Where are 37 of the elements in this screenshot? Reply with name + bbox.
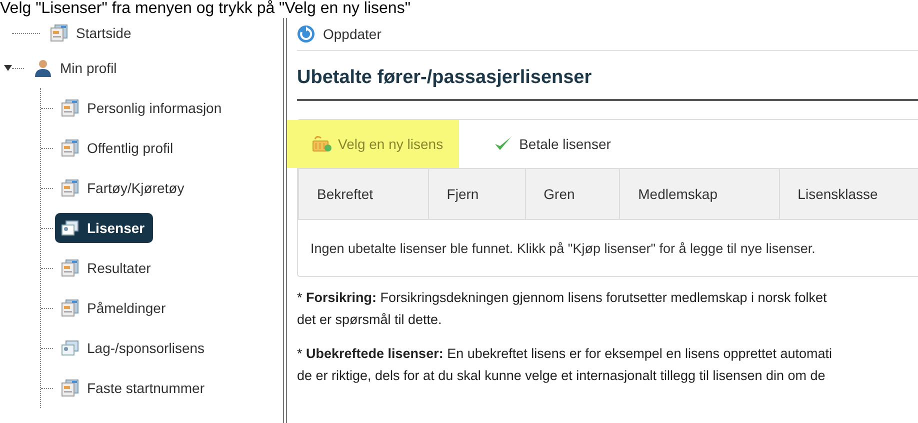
sidebar-item[interactable]: Offentlig profil — [55, 133, 182, 163]
document-icon — [61, 259, 79, 277]
sidebar-item[interactable]: Startside — [44, 18, 140, 48]
document-icon — [61, 299, 79, 317]
note-text: det er spørsmål til dette. — [297, 311, 443, 329]
sidebar-item[interactable]: Min profil — [28, 53, 125, 83]
document-icon — [50, 24, 68, 42]
cards-icon — [61, 339, 79, 357]
document-icon — [61, 179, 79, 197]
sidebar-item[interactable]: Lag-/sponsorlisens — [55, 333, 213, 363]
section-heading: Ubetalte fører-/passasjerlisenser — [297, 67, 918, 101]
sidebar-item[interactable]: Fartøy/Kjøretøy — [55, 173, 192, 203]
basket-icon — [312, 135, 332, 153]
sidebar-item[interactable]: Påmeldinger — [55, 293, 174, 323]
document-icon — [61, 379, 79, 397]
expanded-arrow-icon[interactable] — [4, 64, 12, 72]
note-text: *Forsikring: Forsikringsdekningen gjennom lisens forutsetter medlemskap i norsk folket — [297, 289, 828, 307]
note-text: *Ubekreftede lisenser: En ubekreftet lisens er for eksempel en lisens opprettet automati — [297, 345, 834, 363]
empty-message: Ingen ubetalte lisenser ble funnet. Klikk på "Kjøp lisenser" for å legge til nye lisenser. — [298, 220, 918, 276]
caption-text: Velg "Lisenser" fra menyen og trykk på "Velg en ny lisens" — [0, 0, 412, 18]
cards-icon — [61, 219, 79, 237]
column-header: Fjern — [428, 168, 526, 220]
sidebar-item[interactable]: Personlig informasjon — [55, 93, 230, 123]
action-button[interactable]: Betale lisenser — [479, 120, 627, 168]
sidebar-item[interactable]: Lisenser — [55, 213, 153, 243]
refresh-button[interactable]: Oppdater — [297, 25, 382, 43]
sidebar-item[interactable]: Faste startnummer — [55, 373, 212, 403]
column-header: Bekreftet — [298, 168, 428, 220]
sidebar-item[interactable]: Resultater — [55, 253, 159, 283]
column-header: Gren — [525, 168, 620, 220]
refresh-icon — [297, 25, 315, 43]
document-icon — [61, 99, 79, 117]
person-icon — [34, 59, 52, 77]
note-text: de er riktige, dels for at du skal kunne velge et internasjonalt tillegg til lisensen din om de — [297, 367, 826, 385]
column-header: Lisensklasse — [779, 168, 918, 220]
column-header: Medlemskap — [620, 168, 780, 220]
document-icon — [61, 139, 79, 157]
